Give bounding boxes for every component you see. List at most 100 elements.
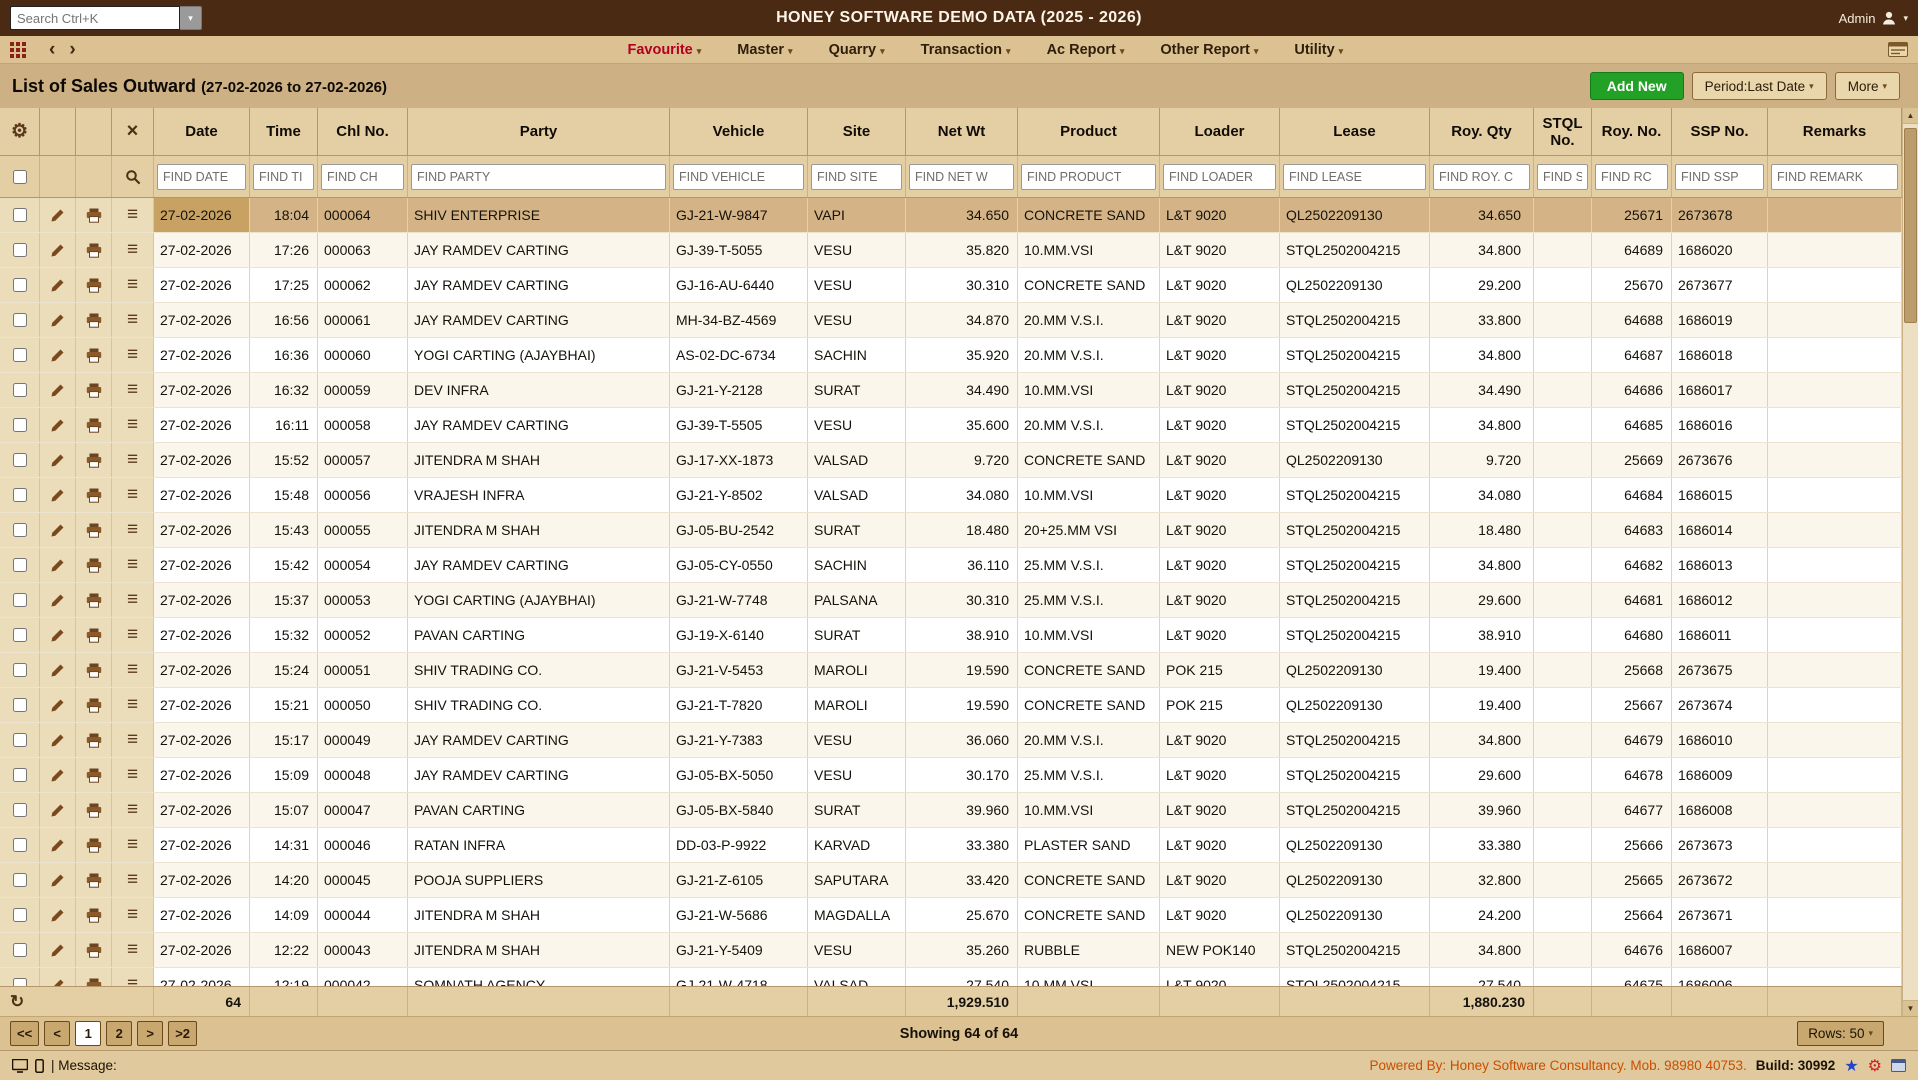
rows-per-page[interactable]: Rows: 50▾ — [1797, 1021, 1884, 1046]
table-row[interactable]: ≡27-02-202615:42000054JAY RAMDEV CARTING… — [0, 548, 1902, 583]
filter-input-remarks[interactable] — [1771, 164, 1898, 190]
filter-input-date[interactable] — [157, 164, 246, 190]
table-row[interactable]: ≡27-02-202617:25000062JAY RAMDEV CARTING… — [0, 268, 1902, 303]
table-row[interactable]: ≡27-02-202615:37000053YOGI CARTING (AJAY… — [0, 583, 1902, 618]
table-row[interactable]: ≡27-02-202618:04000064SHIV ENTERPRISEGJ-… — [0, 198, 1902, 233]
vertical-scrollbar[interactable]: ▲ ▼ — [1902, 108, 1918, 1016]
edit-icon[interactable] — [50, 313, 65, 328]
row-checkbox[interactable] — [13, 838, 27, 852]
row-menu-icon[interactable]: ≡ — [127, 554, 138, 576]
star-icon[interactable]: ★ — [1844, 1056, 1858, 1076]
column-header-product[interactable]: Product — [1018, 108, 1160, 156]
print-icon[interactable] — [86, 733, 102, 748]
print-icon[interactable] — [86, 278, 102, 293]
table-row[interactable]: ≡27-02-202616:32000059DEV INFRAGJ-21-Y-2… — [0, 373, 1902, 408]
row-checkbox[interactable] — [13, 908, 27, 922]
remote-window-icon[interactable] — [1891, 1059, 1906, 1072]
print-icon[interactable] — [86, 313, 102, 328]
row-menu-icon[interactable]: ≡ — [127, 799, 138, 821]
last-page-button[interactable]: >2 — [168, 1021, 197, 1046]
table-row[interactable]: ≡27-02-202614:20000045POOJA SUPPLIERSGJ-… — [0, 863, 1902, 898]
gear-icon[interactable]: ⚙ — [1868, 1056, 1882, 1076]
table-row[interactable]: ≡27-02-202615:21000050SHIV TRADING CO.GJ… — [0, 688, 1902, 723]
column-header-lease[interactable]: Lease — [1280, 108, 1430, 156]
menu-item-favourite[interactable]: Favourite▾ — [627, 42, 701, 58]
edit-icon[interactable] — [50, 278, 65, 293]
table-row[interactable]: ≡27-02-202615:07000047PAVAN CARTINGGJ-05… — [0, 793, 1902, 828]
filter-input-lease[interactable] — [1283, 164, 1426, 190]
print-icon[interactable] — [86, 698, 102, 713]
edit-icon[interactable] — [50, 908, 65, 923]
print-icon[interactable] — [86, 418, 102, 433]
filter-input-vehicle[interactable] — [673, 164, 804, 190]
row-menu-icon[interactable]: ≡ — [127, 204, 138, 226]
row-checkbox[interactable] — [13, 628, 27, 642]
close-icon[interactable]: × — [127, 120, 139, 143]
table-row[interactable]: ≡27-02-202616:36000060YOGI CARTING (AJAY… — [0, 338, 1902, 373]
edit-icon[interactable] — [50, 523, 65, 538]
edit-icon[interactable] — [50, 978, 65, 987]
row-menu-icon[interactable]: ≡ — [127, 729, 138, 751]
add-new-button[interactable]: Add New — [1590, 72, 1684, 100]
row-checkbox[interactable] — [13, 558, 27, 572]
column-header-party[interactable]: Party — [408, 108, 670, 156]
edit-icon[interactable] — [50, 243, 65, 258]
column-header-roy-qty[interactable]: Roy. Qty — [1430, 108, 1534, 156]
print-icon[interactable] — [86, 873, 102, 888]
filter-input-site[interactable] — [811, 164, 902, 190]
print-icon[interactable] — [86, 803, 102, 818]
print-icon[interactable] — [86, 208, 102, 223]
filter-input-time[interactable] — [253, 164, 314, 190]
print-icon[interactable] — [86, 908, 102, 923]
row-menu-icon[interactable]: ≡ — [127, 764, 138, 786]
scroll-up-icon[interactable]: ▲ — [1903, 108, 1918, 124]
row-menu-icon[interactable]: ≡ — [127, 974, 138, 986]
edit-icon[interactable] — [50, 803, 65, 818]
row-checkbox[interactable] — [13, 978, 27, 986]
filter-input-roy-no[interactable] — [1595, 164, 1668, 190]
column-header-ssp-no[interactable]: SSP No. — [1672, 108, 1768, 156]
edit-icon[interactable] — [50, 943, 65, 958]
table-row[interactable]: ≡27-02-202615:09000048JAY RAMDEV CARTING… — [0, 758, 1902, 793]
edit-icon[interactable] — [50, 383, 65, 398]
edit-icon[interactable] — [50, 593, 65, 608]
apps-grid-icon[interactable] — [10, 42, 26, 58]
mobile-icon[interactable] — [35, 1059, 44, 1073]
filter-input-loader[interactable] — [1163, 164, 1276, 190]
row-checkbox[interactable] — [13, 278, 27, 292]
edit-icon[interactable] — [50, 873, 65, 888]
row-checkbox[interactable] — [13, 208, 27, 222]
row-menu-icon[interactable]: ≡ — [127, 834, 138, 856]
filter-input-chl-no[interactable] — [321, 164, 404, 190]
table-row[interactable]: ≡27-02-202615:43000055JITENDRA M SHAHGJ-… — [0, 513, 1902, 548]
filter-input-party[interactable] — [411, 164, 666, 190]
row-checkbox[interactable] — [13, 593, 27, 607]
edit-icon[interactable] — [50, 838, 65, 853]
user-menu[interactable]: Admin ▾ — [1839, 10, 1908, 26]
filter-input-net-wt[interactable] — [909, 164, 1014, 190]
column-header-site[interactable]: Site — [808, 108, 906, 156]
edit-icon[interactable] — [50, 768, 65, 783]
filter-input-roy-qty[interactable] — [1433, 164, 1530, 190]
table-row[interactable]: ≡27-02-202614:09000044JITENDRA M SHAHGJ-… — [0, 898, 1902, 933]
print-icon[interactable] — [86, 768, 102, 783]
row-menu-icon[interactable]: ≡ — [127, 484, 138, 506]
more-dropdown[interactable]: More▾ — [1835, 72, 1900, 100]
menu-item-utility[interactable]: Utility▾ — [1294, 42, 1343, 58]
edit-icon[interactable] — [50, 558, 65, 573]
column-header-net-wt[interactable]: Net Wt — [906, 108, 1018, 156]
search-dropdown-button[interactable]: ▾ — [180, 6, 202, 30]
row-menu-icon[interactable]: ≡ — [127, 414, 138, 436]
column-header-remarks[interactable]: Remarks — [1768, 108, 1902, 156]
page-2-button[interactable]: 2 — [106, 1021, 132, 1046]
back-icon[interactable]: ‹ — [42, 40, 62, 59]
edit-icon[interactable] — [50, 698, 65, 713]
edit-icon[interactable] — [50, 453, 65, 468]
column-header-stql-no[interactable]: STQL No. — [1534, 108, 1592, 156]
menu-item-transaction[interactable]: Transaction▾ — [921, 42, 1011, 58]
print-icon[interactable] — [86, 628, 102, 643]
print-icon[interactable] — [86, 663, 102, 678]
table-row[interactable]: ≡27-02-202614:31000046RATAN INFRADD-03-P… — [0, 828, 1902, 863]
row-checkbox[interactable] — [13, 348, 27, 362]
powered-by-link[interactable]: Powered By: Honey Software Consultancy. … — [1370, 1058, 1747, 1073]
